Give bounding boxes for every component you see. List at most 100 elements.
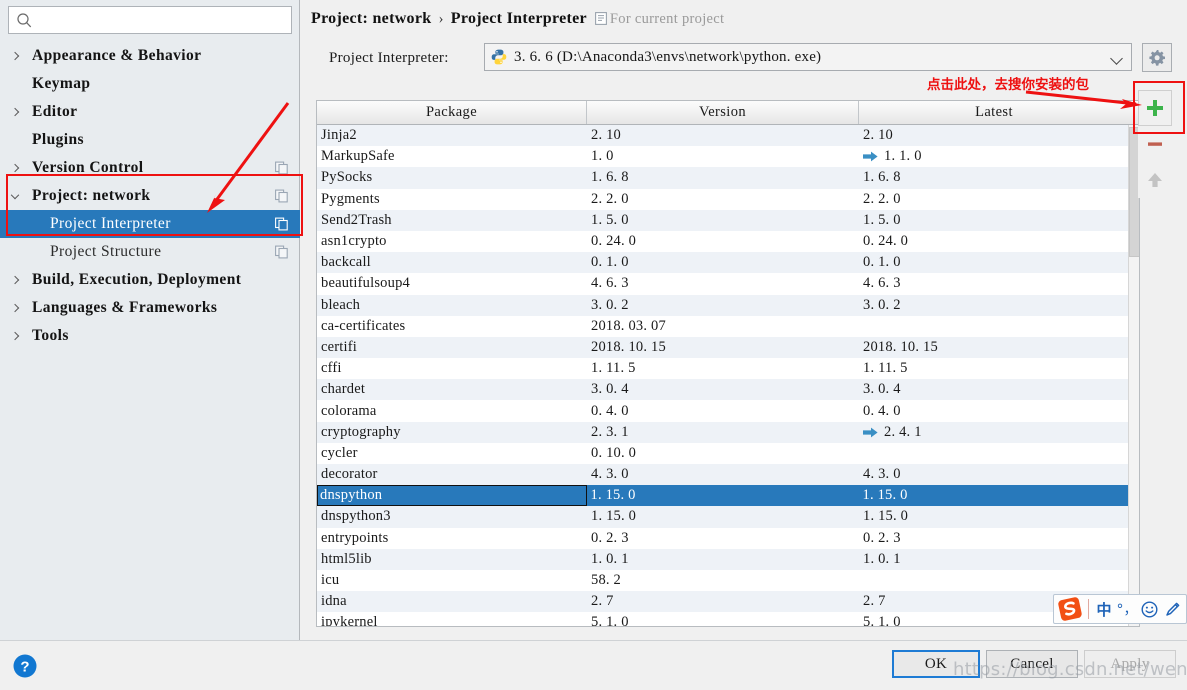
table-row[interactable]: cryptography 2. 3. 1 2. 4. 1 [317, 421, 1139, 443]
apply-button: Apply [1084, 650, 1176, 678]
package-version-cell: 0. 4. 0 [591, 402, 629, 419]
settings-sidebar: Appearance & Behavior Keymap Editor Plugins… [0, 0, 300, 640]
copy-icon[interactable] [275, 161, 288, 175]
package-name-cell: bleach [321, 296, 361, 313]
remove-package-button[interactable] [1138, 126, 1172, 162]
package-name-cell: cryptography [321, 423, 401, 440]
sidebar-item-project-structure[interactable]: Project Structure [0, 238, 300, 266]
svg-text:?: ? [20, 659, 29, 676]
interpreter-value: 3. 6. 6 (D:\Anaconda3\envs\network\pytho… [514, 48, 822, 65]
python-logo-icon [491, 49, 507, 65]
chevron-right-icon[interactable] [10, 107, 20, 117]
table-row[interactable]: Pygments 2. 2. 0 2. 2. 0 [317, 189, 1139, 210]
package-latest-cell: 2. 10 [859, 127, 1129, 144]
table-row[interactable]: Jinja2 2. 10 2. 10 [317, 125, 1139, 147]
sidebar-item-editor[interactable]: Editor [0, 98, 300, 126]
chevron-right-icon[interactable] [10, 275, 20, 285]
sidebar-item-languages-frameworks[interactable]: Languages & Frameworks [0, 294, 300, 322]
package-name-cell: beautifulsoup4 [321, 275, 410, 292]
table-row[interactable]: icu 58. 2 [317, 570, 1139, 591]
package-toolbar [1138, 90, 1172, 200]
package-version-cell: 1. 11. 5 [591, 360, 636, 377]
sidebar-item-plugins[interactable]: Plugins [0, 126, 300, 154]
up-arrow-icon [1148, 173, 1162, 187]
packages-table[interactable]: Package Version Latest Jinja2 2. 10 2. 10 M… [316, 100, 1140, 627]
column-header-package[interactable]: Package [317, 101, 587, 124]
sidebar-item-tools[interactable]: Tools [0, 322, 300, 350]
package-latest-cell: 1. 6. 8 [859, 169, 1129, 186]
sogou-logo-icon[interactable] [1054, 595, 1086, 623]
sidebar-item-build-execution-deployment[interactable]: Build, Execution, Deployment [0, 266, 300, 294]
table-row[interactable]: html5lib 1. 0. 1 1. 0. 1 [317, 548, 1139, 570]
sidebar-item-appearance-behavior[interactable]: Appearance & Behavior [0, 42, 300, 70]
chevron-right-icon[interactable] [10, 163, 20, 173]
copy-icon[interactable] [275, 217, 288, 231]
sidebar-item-label: Editor [32, 103, 78, 120]
ime-toolbar[interactable]: 中 °， [1053, 594, 1187, 624]
table-row[interactable]: beautifulsoup4 4. 6. 3 4. 6. 3 [317, 273, 1139, 294]
ime-emoji-button[interactable] [1137, 595, 1161, 623]
ok-button[interactable]: OK [892, 650, 980, 678]
ime-mode-button[interactable]: 中 [1091, 595, 1117, 623]
package-latest-cell: 1. 15. 0 [859, 508, 1129, 525]
table-row[interactable]: MarkupSafe 1. 0 1. 1. 0 [317, 146, 1139, 167]
package-name-cell: icu [321, 572, 340, 589]
table-row[interactable]: idna 2. 7 2. 7 [317, 591, 1139, 613]
sidebar-item-project-network[interactable]: Project: network [0, 182, 300, 210]
chevron-right-icon[interactable] [10, 303, 20, 313]
table-row[interactable]: cffi 1. 11. 5 1. 11. 5 [317, 358, 1139, 379]
table-row[interactable]: chardet 3. 0. 4 3. 0. 4 [317, 379, 1139, 401]
breadcrumb-root[interactable]: Project: network [311, 10, 431, 28]
sidebar-item-label: Project Structure [50, 243, 162, 260]
chevron-right-icon[interactable] [10, 51, 20, 61]
latest-version-label: 2018. 10. 15 [863, 338, 938, 355]
latest-version-label: 0. 2. 3 [863, 529, 901, 546]
table-row[interactable]: entrypoints 0. 2. 3 0. 2. 3 [317, 528, 1139, 549]
table-row[interactable]: PySocks 1. 6. 8 1. 6. 8 [317, 167, 1139, 189]
cancel-button[interactable]: Cancel [986, 650, 1078, 678]
package-version-cell: 0. 24. 0 [591, 233, 637, 250]
package-name-cell: certifi [321, 338, 358, 355]
upgrade-available-icon [863, 427, 878, 438]
table-row[interactable]: colorama 0. 4. 0 0. 4. 0 [317, 400, 1139, 421]
column-header-latest[interactable]: Latest [859, 101, 1129, 124]
interpreter-dropdown[interactable]: 3. 6. 6 (D:\Anaconda3\envs\network\pytho… [484, 43, 1132, 71]
table-row[interactable]: dnspython 1. 15. 0 1. 15. 0 [317, 485, 1139, 507]
upgrade-package-button[interactable] [1138, 162, 1172, 198]
sidebar-item-label: Project Interpreter [50, 215, 171, 232]
chevron-down-icon[interactable] [10, 190, 20, 200]
help-button[interactable]: ? [12, 653, 38, 679]
table-row[interactable]: ca-certificates 2018. 03. 07 [317, 316, 1139, 337]
table-row[interactable]: backcall 0. 1. 0 0. 1. 0 [317, 252, 1139, 274]
table-row[interactable]: asn1crypto 0. 24. 0 0. 24. 0 [317, 231, 1139, 252]
table-row[interactable]: ipykernel 5. 1. 0 5. 1. 0 [317, 612, 1139, 626]
package-name-cell: colorama [321, 402, 377, 419]
interpreter-settings-button[interactable] [1142, 43, 1172, 72]
column-header-version[interactable]: Version [587, 101, 859, 124]
package-version-cell: 1. 5. 0 [591, 211, 629, 228]
copy-icon[interactable] [275, 245, 288, 259]
sidebar-item-project-interpreter[interactable]: Project Interpreter [0, 210, 300, 238]
scope-note-label: For current project [609, 11, 725, 27]
package-latest-cell: 2. 4. 1 [859, 424, 1129, 441]
sidebar-search[interactable] [8, 6, 292, 34]
table-row[interactable]: decorator 4. 3. 0 4. 3. 0 [317, 464, 1139, 486]
table-row[interactable]: certifi 2018. 10. 15 2018. 10. 15 [317, 336, 1139, 359]
add-package-button[interactable] [1138, 90, 1172, 126]
ime-punctuation-button[interactable]: °， [1117, 595, 1138, 623]
table-row[interactable]: Send2Trash 1. 5. 0 1. 5. 0 [317, 209, 1139, 231]
pen-icon[interactable] [1161, 595, 1183, 623]
chevron-right-icon[interactable] [10, 331, 20, 341]
copy-icon[interactable] [275, 189, 288, 203]
package-version-cell: 1. 6. 8 [591, 169, 629, 186]
table-row[interactable]: cycler 0. 10. 0 [317, 443, 1139, 464]
table-row[interactable]: dnspython3 1. 15. 0 1. 15. 0 [317, 506, 1139, 528]
latest-version-label: 1. 5. 0 [863, 211, 901, 228]
search-input[interactable] [39, 10, 287, 31]
sidebar-item-version-control[interactable]: Version Control [0, 154, 300, 182]
sidebar-item-keymap[interactable]: Keymap [0, 70, 300, 98]
table-row[interactable]: bleach 3. 0. 2 3. 0. 2 [317, 294, 1139, 316]
chevron-down-icon[interactable] [1110, 52, 1123, 65]
table-scrollbar[interactable] [1128, 125, 1139, 626]
package-latest-cell: 0. 4. 0 [859, 403, 1129, 420]
